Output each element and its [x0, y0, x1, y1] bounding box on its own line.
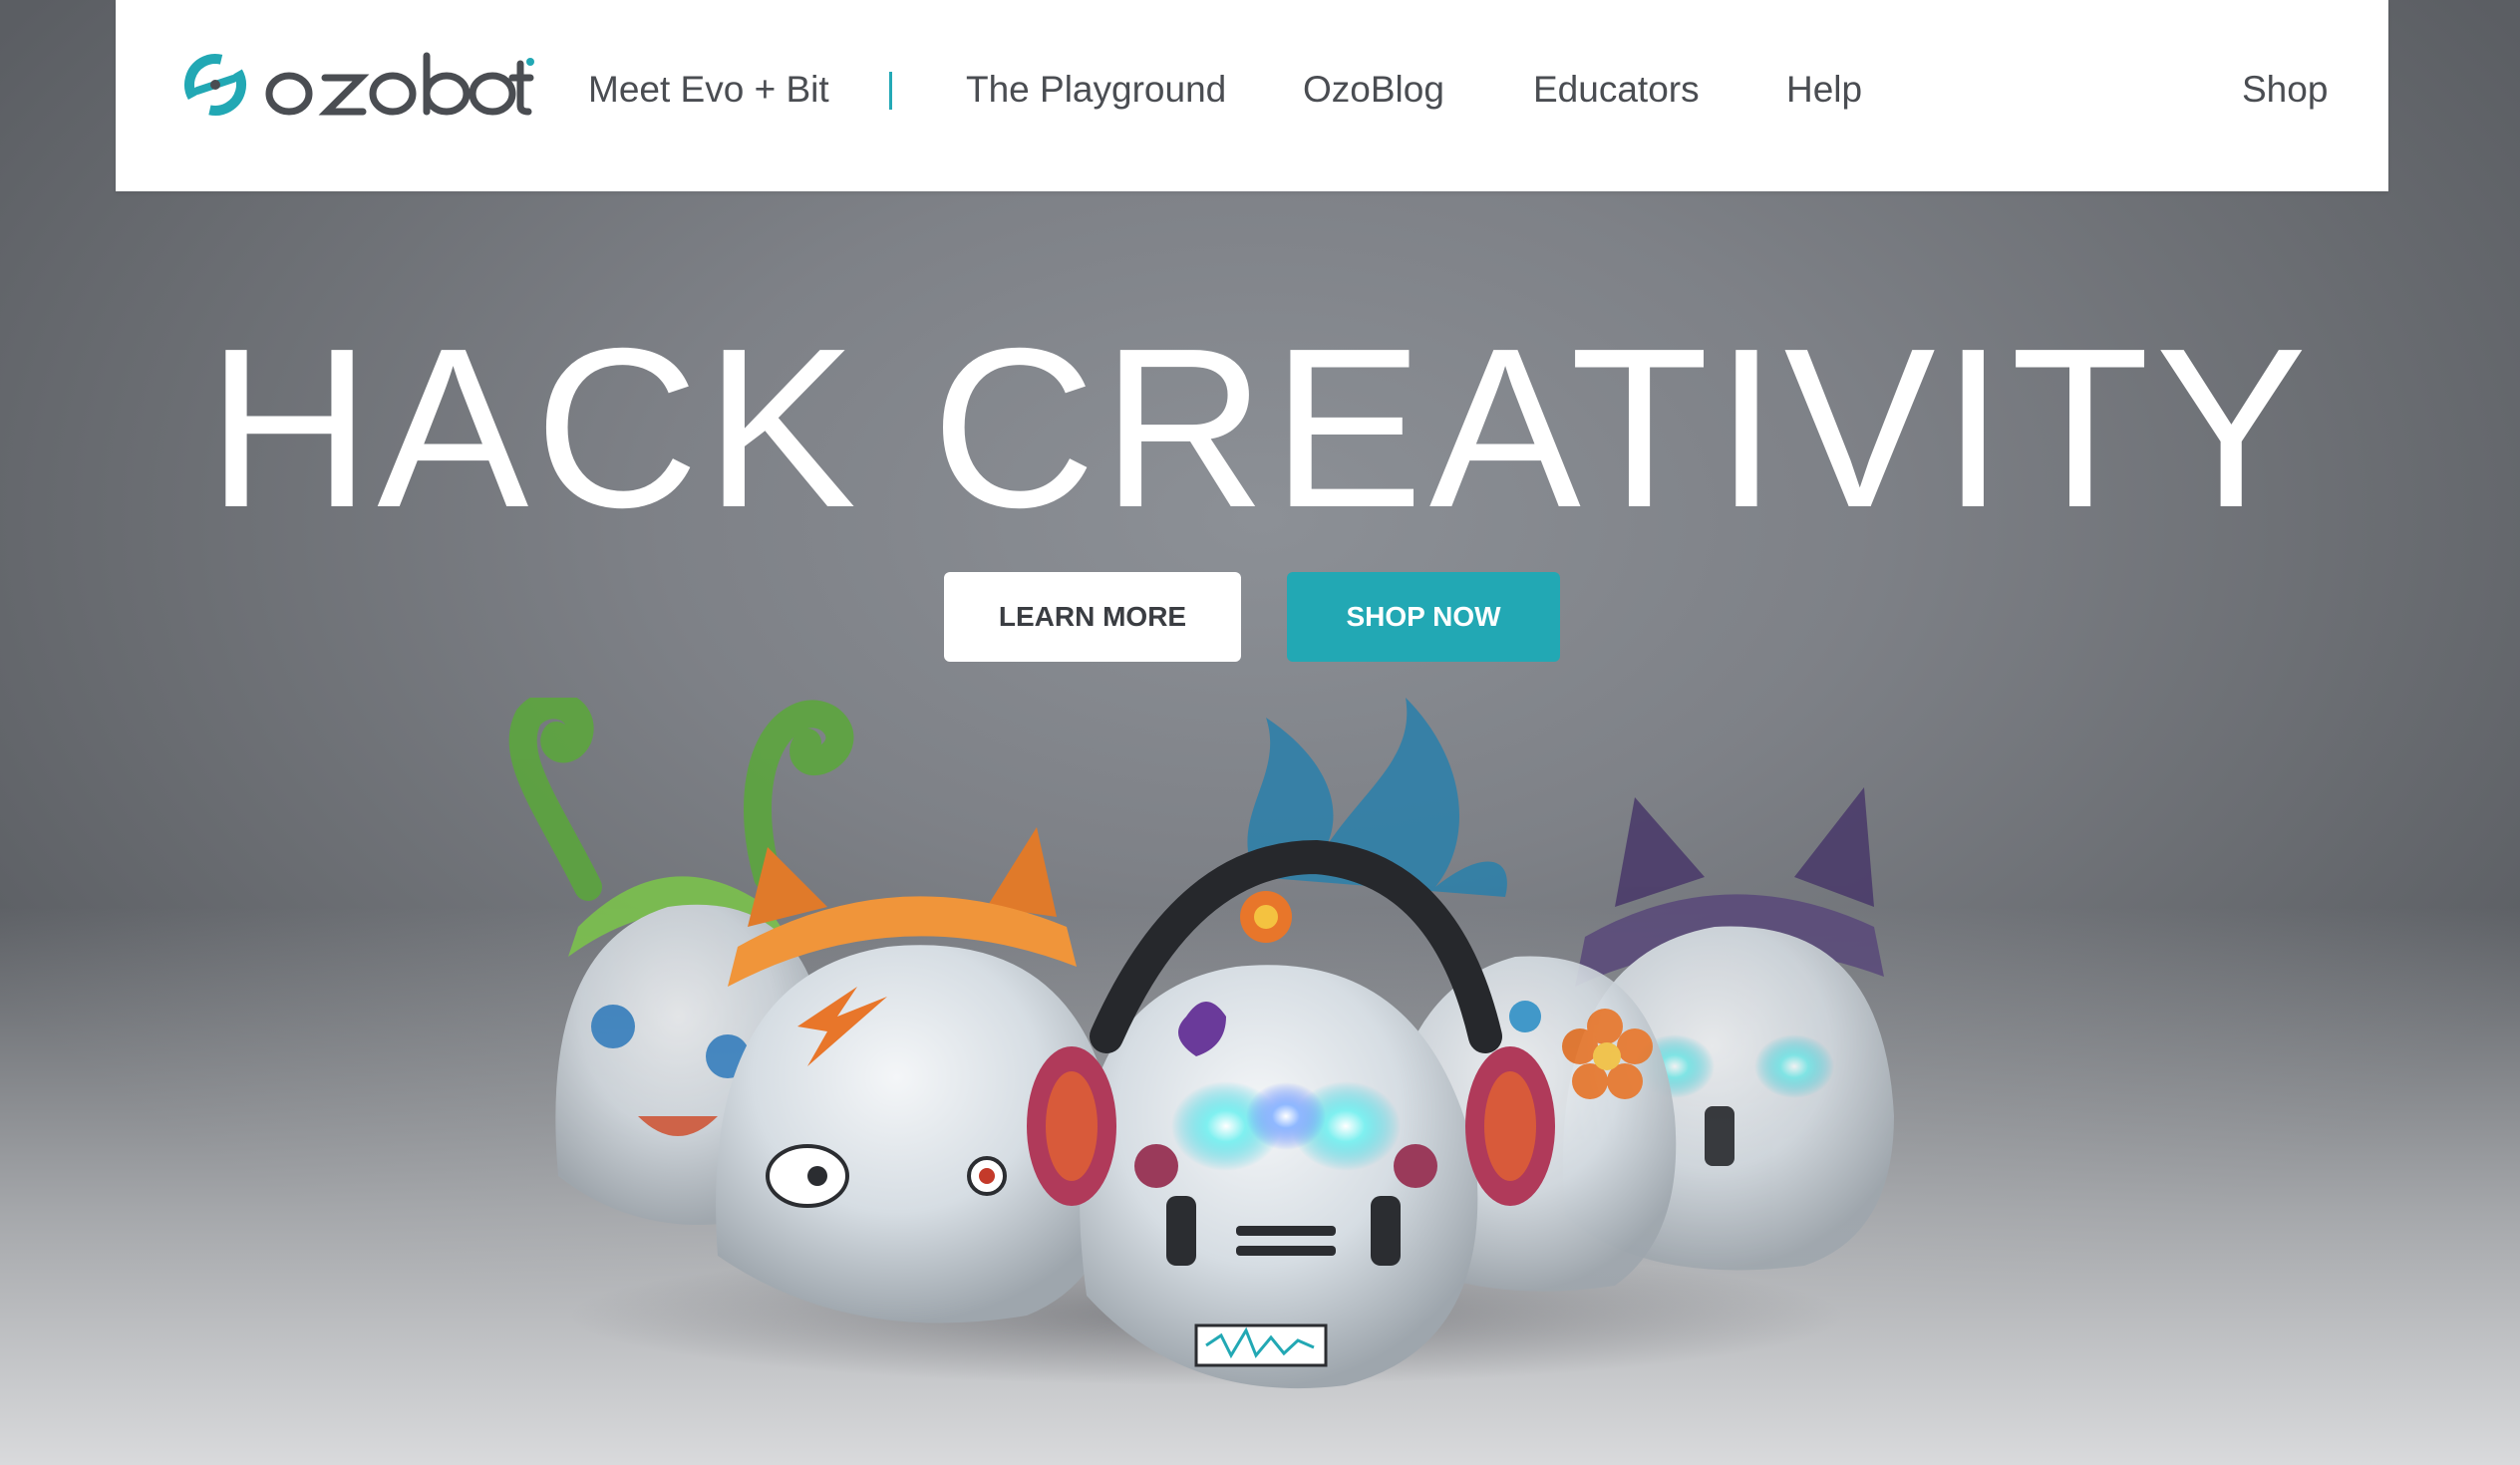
- nav-the-playground[interactable]: The Playground: [966, 64, 1226, 116]
- nav-educators[interactable]: Educators: [1533, 64, 1700, 116]
- shop-now-button[interactable]: SHOP NOW: [1287, 572, 1560, 662]
- learn-more-button[interactable]: LEARN MORE: [944, 572, 1241, 662]
- nav-ozoblog[interactable]: OzoBlog: [1303, 64, 1444, 116]
- nav-divider: [889, 72, 892, 110]
- ozobot-wordmark: [265, 52, 534, 116]
- ozobot-logo-icon: [184, 54, 246, 116]
- nav-meet-evo-bit[interactable]: Meet Evo + Bit: [588, 64, 829, 116]
- nav-shop[interactable]: Shop: [2242, 64, 2328, 116]
- page: Meet Evo + Bit The Playground OzoBlog Ed…: [0, 0, 2520, 1465]
- top-navbar: Meet Evo + Bit The Playground OzoBlog Ed…: [116, 0, 2388, 191]
- hero-robots-image: [508, 698, 1894, 1389]
- ozobot-logo[interactable]: [183, 50, 534, 120]
- hero-title: HACK CREATIVITY: [206, 302, 2314, 555]
- nav-help[interactable]: Help: [1786, 64, 1862, 116]
